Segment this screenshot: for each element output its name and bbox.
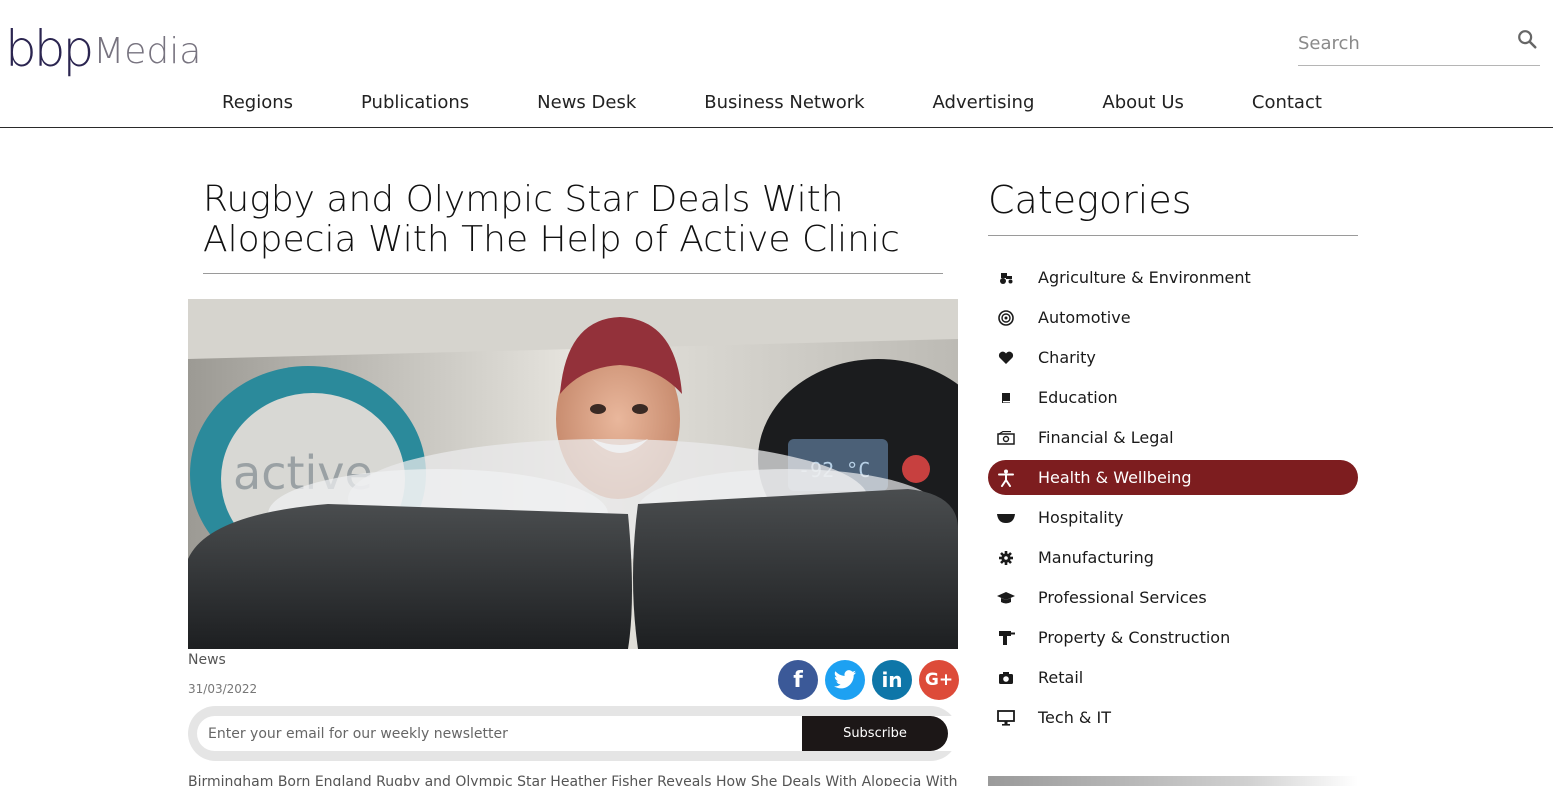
categories-list: Agriculture & Environment Automotive Cha… (988, 260, 1358, 740)
category-item-automotive[interactable]: Automotive (988, 300, 1358, 335)
categories-divider (988, 235, 1358, 236)
cog-icon (996, 548, 1016, 568)
person-icon (996, 468, 1016, 488)
category-label: Hospitality (1038, 508, 1124, 527)
facebook-share-button[interactable]: f (778, 660, 818, 700)
category-item-agriculture[interactable]: Agriculture & Environment (988, 260, 1358, 295)
article-category[interactable]: News (188, 652, 226, 668)
google-plus-share-button[interactable]: G+ (919, 660, 959, 700)
logo-sub: Media (93, 31, 202, 72)
facebook-icon: f (793, 667, 803, 693)
site-logo[interactable]: bbp Media (5, 10, 201, 74)
category-label: Health & Wellbeing (1038, 468, 1192, 487)
share-buttons: f in G+ (778, 660, 959, 700)
category-item-financial[interactable]: Financial & Legal (988, 420, 1358, 455)
category-item-manufacturing[interactable]: Manufacturing (988, 540, 1358, 575)
linkedin-share-button[interactable]: in (872, 660, 912, 700)
category-item-professional-services[interactable]: Professional Services (988, 580, 1358, 615)
nav-item-business-network[interactable]: Business Network (704, 92, 864, 113)
nav-item-regions[interactable]: Regions (222, 92, 293, 113)
category-label: Professional Services (1038, 588, 1207, 607)
category-label: Education (1038, 388, 1118, 407)
category-item-charity[interactable]: Charity (988, 340, 1358, 375)
newsletter-form: Subscribe (188, 706, 992, 761)
category-item-property-construction[interactable]: Property & Construction (988, 620, 1358, 655)
search-box (1298, 22, 1540, 66)
category-label: Charity (1038, 348, 1096, 367)
nav-item-contact[interactable]: Contact (1252, 92, 1322, 113)
category-item-tech-it[interactable]: Tech & IT (988, 700, 1358, 735)
article-excerpt: Birmingham Born England Rugby and Olympi… (188, 774, 958, 786)
hero-image: active -92 °C (188, 299, 958, 649)
monitor-icon (996, 708, 1016, 728)
category-item-education[interactable]: Education (988, 380, 1358, 415)
category-item-health-wellbeing[interactable]: Health & Wellbeing (988, 460, 1358, 495)
main-nav: Regions Publications News Desk Business … (0, 84, 1553, 128)
logo-main: bbp (5, 20, 94, 78)
article-date: 31/03/2022 (188, 682, 258, 696)
nav-item-about-us[interactable]: About Us (1102, 92, 1184, 113)
google-plus-icon: G+ (924, 670, 954, 690)
search-icon[interactable] (1516, 28, 1538, 50)
category-item-hospitality[interactable]: Hospitality (988, 500, 1358, 535)
wheel-icon (996, 308, 1016, 328)
graduation-cap-icon (996, 588, 1016, 608)
category-label: Tech & IT (1038, 708, 1111, 727)
nav-item-advertising[interactable]: Advertising (933, 92, 1035, 113)
subscribe-button[interactable]: Subscribe (802, 716, 948, 751)
tractor-icon (996, 268, 1016, 288)
book-icon (996, 388, 1016, 408)
sidebar-banner-edge (988, 776, 1358, 786)
money-icon (996, 428, 1016, 448)
nav-item-publications[interactable]: Publications (361, 92, 469, 113)
category-item-retail[interactable]: Retail (988, 660, 1358, 695)
categories-heading: Categories (988, 178, 1192, 222)
search-input[interactable] (1298, 33, 1508, 54)
category-label: Automotive (1038, 308, 1131, 327)
category-label: Property & Construction (1038, 628, 1231, 647)
article-title: Rugby and Olympic Star Deals With Alopec… (203, 179, 900, 260)
title-divider (203, 273, 943, 274)
category-label: Agriculture & Environment (1038, 268, 1251, 287)
category-label: Retail (1038, 668, 1084, 687)
nav-item-news-desk[interactable]: News Desk (537, 92, 636, 113)
category-label: Manufacturing (1038, 548, 1154, 567)
twitter-share-button[interactable] (825, 660, 865, 700)
twitter-icon (834, 670, 856, 689)
linkedin-icon: in (881, 668, 903, 692)
hero-photo-illustration: active -92 °C (188, 299, 958, 649)
heart-icon (996, 348, 1016, 368)
bowl-icon (996, 508, 1016, 528)
camera-icon (996, 668, 1016, 688)
category-label: Financial & Legal (1038, 428, 1174, 447)
drill-icon (996, 628, 1016, 648)
